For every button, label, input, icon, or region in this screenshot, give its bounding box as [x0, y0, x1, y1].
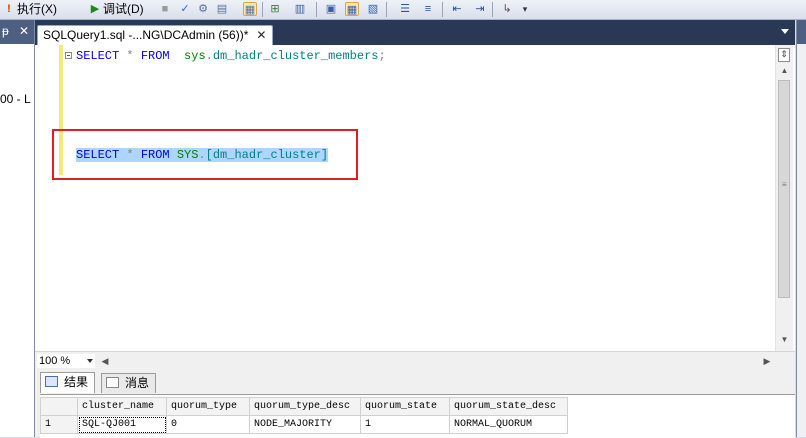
decrease-indent-icon[interactable]: ⇤ [450, 2, 464, 16]
tree-node-label[interactable]: 00 - L [0, 92, 31, 106]
execute-button[interactable]: 执行(X) [17, 1, 57, 17]
object-explorer-panel: ᵽ ✕ 00 - L [0, 20, 35, 437]
code-operator: * [126, 49, 134, 63]
results-to-grid-icon[interactable]: ▦ [345, 2, 359, 16]
toolbar-separator [386, 2, 387, 17]
parse-checkmark-icon[interactable]: ✓ [178, 2, 192, 16]
column-header-quorum-type-desc[interactable]: quorum_type_desc [249, 397, 361, 416]
grid-icon [45, 376, 58, 387]
code-dot: . [205, 49, 213, 63]
intellisense-icon[interactable]: ▦ [243, 2, 257, 16]
column-header-quorum-state-desc[interactable]: quorum_state_desc [449, 397, 568, 416]
include-plan-icon[interactable]: ⊞ [268, 2, 282, 16]
document-tab-strip: SQLQuery1.sql -...NG\DCAdmin (56))* ✕ [35, 20, 795, 45]
code-object: dm_hadr_cluster_members [212, 49, 379, 63]
table-cell[interactable]: 0 [166, 415, 250, 434]
results-pane: 结果 消息 cluster_name quorum_type quorum_ty… [35, 369, 795, 438]
toolbar-separator [262, 2, 263, 17]
close-tab-icon[interactable]: ✕ [256, 26, 266, 45]
split-editor-icon[interactable]: ⇕ [778, 48, 790, 62]
table-cell[interactable]: 1 [360, 415, 450, 434]
tab-sqlquery1[interactable]: SQLQuery1.sql -...NG\DCAdmin (56))* ✕ [37, 25, 274, 45]
column-header-quorum-type[interactable]: quorum_type [166, 397, 250, 416]
column-header-cluster-name[interactable]: cluster_name [77, 397, 167, 416]
estimated-plan-icon[interactable]: ⚙ [196, 2, 210, 16]
code-terminator: ; [378, 49, 386, 63]
scroll-down-icon[interactable]: ▼ [776, 333, 793, 347]
query-toolbar: ! 执行(X) ▶ 调试(D) ■ ✓ ⚙ ▤ ▦ ⊞ ▥ ▣ ▦ ▧ ☰ ≡ … [0, 0, 806, 20]
column-header-quorum-state[interactable]: quorum_state [360, 397, 450, 416]
grid-corner[interactable] [40, 397, 78, 416]
tab-list-dropdown-icon[interactable] [781, 29, 789, 34]
specify-template-values-icon[interactable]: ↳ [500, 2, 514, 16]
zoom-scroll-strip: 100 % ◀ ▶ [35, 351, 795, 370]
increase-indent-icon[interactable]: ⇥ [473, 2, 487, 16]
toolbar-separator [442, 2, 443, 17]
scroll-right-icon[interactable]: ▶ [761, 354, 773, 368]
tab-results-label: 结果 [64, 375, 89, 389]
query-options-icon[interactable]: ▤ [215, 2, 229, 16]
table-cell[interactable]: SQL-QJ001 [77, 415, 167, 434]
object-explorer-header: ᵽ ✕ [0, 20, 34, 44]
stop-icon[interactable]: ■ [158, 2, 172, 16]
play-icon: ▶ [90, 3, 100, 15]
results-table: cluster_name quorum_type quorum_type_des… [40, 397, 568, 434]
results-to-file-icon[interactable]: ▧ [366, 2, 380, 16]
results-tab-strip: 结果 消息 [35, 369, 795, 393]
toolbar-separator [316, 2, 317, 17]
table-row[interactable]: 1 SQL-QJ001 0 NODE_MAJORITY 1 NORMAL_QUO… [40, 415, 568, 434]
scroll-up-icon[interactable]: ▲ [776, 64, 793, 78]
pin-icon[interactable]: ᵽ [2, 24, 9, 38]
row-number[interactable]: 1 [40, 415, 78, 434]
execute-icon: ! [7, 3, 11, 15]
zoom-dropdown[interactable]: 100 % [37, 354, 95, 368]
tab-results[interactable]: 结果 [40, 372, 96, 393]
header-row: cluster_name quorum_type quorum_type_des… [40, 397, 568, 416]
table-cell[interactable]: NODE_MAJORITY [249, 415, 361, 434]
sql-editor[interactable]: SELECT * FROM sys.dm_hadr_cluster_member… [35, 45, 795, 351]
toolbar-overflow-icon[interactable]: ▾ [518, 2, 532, 16]
properties-panel [796, 20, 806, 437]
debug-button[interactable]: 调试(D) [103, 1, 144, 17]
code-keyword: FROM [140, 49, 170, 63]
scroll-grip-icon: ≡ [782, 180, 787, 189]
toolbar-separator [492, 2, 493, 17]
collapse-outline-icon[interactable] [65, 52, 72, 59]
tab-title: SQLQuery1.sql -...NG\DCAdmin (56))* [43, 28, 249, 42]
scroll-left-icon[interactable]: ◀ [99, 354, 111, 368]
results-grid[interactable]: cluster_name quorum_type quorum_type_des… [40, 394, 795, 438]
results-to-text-icon[interactable]: ▣ [324, 2, 338, 16]
chevron-down-icon [87, 359, 93, 363]
code-keyword: SELECT [76, 49, 120, 63]
uncomment-lines-icon[interactable]: ≡ [421, 2, 435, 16]
code-line-1[interactable]: SELECT * FROM sys.dm_hadr_cluster_member… [76, 48, 386, 64]
document-area: SQLQuery1.sql -...NG\DCAdmin (56))* ✕ SEL… [35, 20, 795, 438]
messages-icon [106, 377, 119, 388]
close-icon[interactable]: ✕ [19, 24, 29, 38]
comment-lines-icon[interactable]: ☰ [398, 2, 412, 16]
code-schema: sys [184, 49, 206, 63]
zoom-value: 100 % [39, 355, 71, 367]
tab-messages-label: 消息 [125, 376, 150, 390]
properties-panel-header[interactable] [797, 20, 806, 44]
table-cell[interactable]: NORMAL_QUORUM [449, 415, 568, 434]
tab-messages[interactable]: 消息 [101, 373, 157, 393]
scroll-thumb[interactable]: ≡ [778, 80, 790, 298]
client-statistics-icon[interactable]: ▥ [293, 2, 307, 16]
editor-vertical-scrollbar[interactable]: ⇕ ▲ ≡ ▼ [775, 45, 793, 351]
annotation-highlight-box [52, 129, 358, 180]
